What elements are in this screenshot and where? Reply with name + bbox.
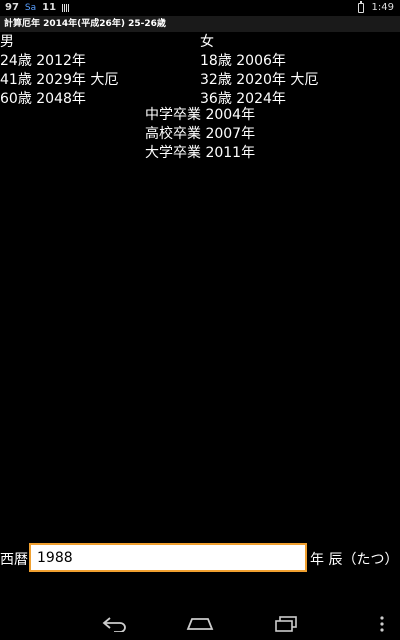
navigation-bar <box>0 608 400 640</box>
female-label: 女 <box>200 34 214 50</box>
era-label: 西暦 <box>0 552 28 568</box>
status-sa-icon: Sa <box>24 3 37 13</box>
app-title-bar: 計算厄年 2014年(平成26年) 25-26歳 <box>0 16 400 32</box>
female-line: 18歳 2006年 <box>200 53 286 69</box>
home-icon <box>186 618 214 630</box>
school-line: 高校卒業 2007年 <box>145 126 256 142</box>
male-line: 41歳 2029年 大厄 <box>0 72 119 88</box>
male-line: 24歳 2012年 <box>0 53 86 69</box>
overflow-menu-button[interactable] <box>370 612 394 636</box>
status-left: 97 Sa 11 <box>5 0 70 16</box>
male-column: 男 24歳 2012年 41歳 2029年 大厄 60歳 2048年 <box>0 33 118 109</box>
status-bar: 97 Sa 11 1:49 <box>0 0 400 16</box>
school-graduation-list: 中学卒業 2004年 高校卒業 2007年 大学卒業 2011年 <box>145 106 255 163</box>
female-line: 32歳 2020年 大厄 <box>200 72 319 88</box>
school-line: 中学卒業 2004年 <box>145 107 256 123</box>
status-notification-count-2: 11 <box>42 2 57 13</box>
status-time: 1:49 <box>371 2 394 13</box>
male-label: 男 <box>0 34 14 50</box>
zodiac-label: 年 辰（たつ） <box>310 552 399 568</box>
status-right: 1:49 <box>357 0 394 16</box>
male-line: 60歳 2048年 <box>0 91 86 107</box>
back-icon <box>102 617 126 632</box>
recent-apps-icon <box>275 616 297 632</box>
more-vert-icon <box>380 616 384 632</box>
female-column: 女 18歳 2006年 32歳 2020年 大厄 36歳 2024年 <box>200 33 318 109</box>
birth-year-input[interactable] <box>29 543 307 572</box>
home-button[interactable] <box>180 612 220 636</box>
recent-apps-button[interactable] <box>266 612 306 636</box>
back-button[interactable] <box>95 612 135 636</box>
app-title: 計算厄年 2014年(平成26年) 25-26歳 <box>4 19 166 29</box>
battery-icon <box>357 1 364 13</box>
birth-year-row: 西暦 年 辰（たつ） <box>0 543 400 573</box>
school-line: 大学卒業 2011年 <box>145 145 256 161</box>
barcode-icon <box>62 0 70 16</box>
status-notification-count: 97 <box>5 2 19 13</box>
